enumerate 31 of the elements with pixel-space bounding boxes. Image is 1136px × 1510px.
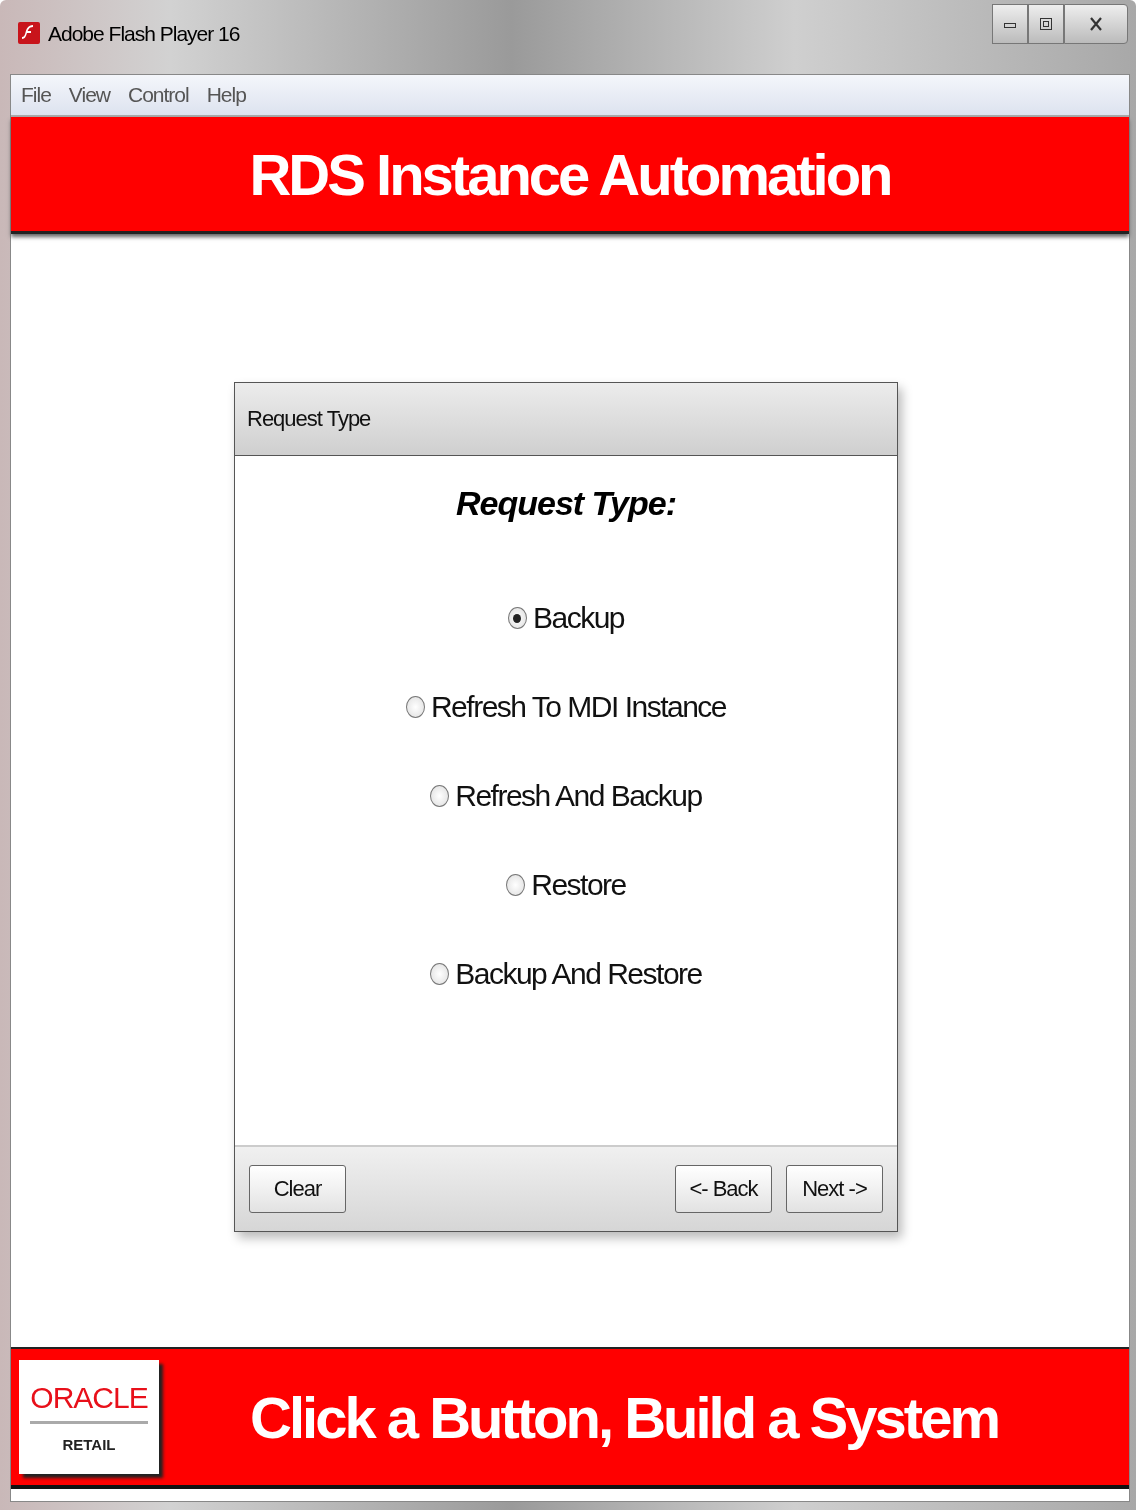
action-button[interactable]: Clear: [249, 1165, 346, 1213]
radio-button[interactable]: [506, 874, 526, 896]
radio-option[interactable]: Backup And Restore: [430, 957, 702, 991]
menu-item[interactable]: Control: [128, 83, 189, 107]
maximize-icon: [1040, 18, 1052, 30]
logo-name: ORACLE: [30, 1381, 148, 1424]
radio-button[interactable]: [507, 607, 527, 629]
radio-option[interactable]: Restore: [506, 868, 626, 902]
nav-button[interactable]: Next ->: [786, 1165, 883, 1213]
menu-item[interactable]: View: [68, 83, 110, 107]
nav-button[interactable]: <- Back: [675, 1165, 772, 1213]
logo-subtitle: RETAIL: [62, 1436, 116, 1453]
menu-item[interactable]: File: [21, 83, 51, 107]
radio-option[interactable]: Refresh To MDI Instance: [405, 690, 727, 724]
app-title: RDS Instance Automation: [249, 140, 891, 208]
menu-item[interactable]: Help: [206, 83, 246, 107]
panel-title: Request Type: [247, 406, 371, 432]
flash-icon: [18, 22, 40, 44]
window-title: Adobe Flash Player 16: [48, 22, 240, 46]
minimize-icon: [1004, 20, 1016, 28]
minimize-button[interactable]: [992, 4, 1028, 44]
radio-button[interactable]: [430, 963, 450, 985]
close-button[interactable]: [1064, 4, 1128, 44]
radio-button[interactable]: [430, 785, 450, 807]
radio-option[interactable]: Refresh And Backup: [430, 779, 702, 813]
radio-button[interactable]: [405, 696, 425, 718]
slogan: Click a Button, Build a System: [249, 1383, 999, 1451]
maximize-button[interactable]: [1028, 4, 1064, 44]
close-icon: [1089, 17, 1103, 31]
form-heading: Request Type:: [456, 484, 676, 523]
radio-option[interactable]: Backup: [507, 601, 625, 635]
